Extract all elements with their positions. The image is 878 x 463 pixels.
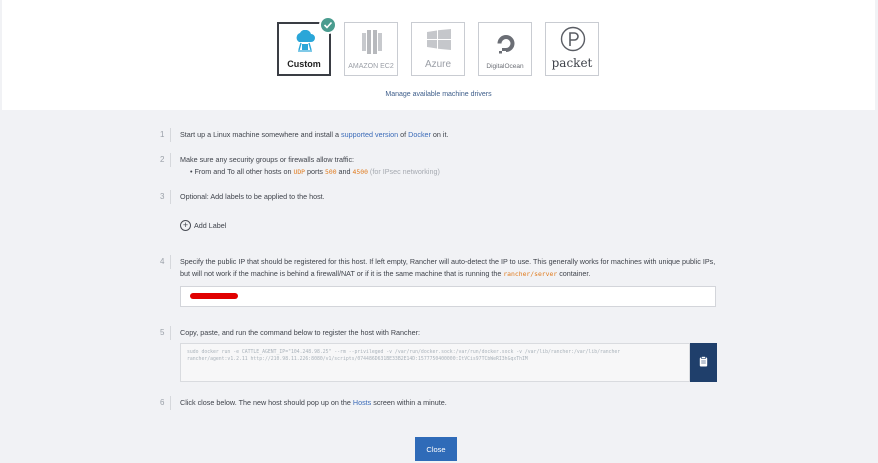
driver-azure-label: Azure — [424, 59, 452, 70]
step-text: Optional: Add labels to be applied to th… — [180, 192, 325, 201]
rancher-server-code: rancher/server — [503, 270, 558, 278]
cloud-drive-icon — [293, 29, 317, 61]
copy-button[interactable] — [690, 343, 717, 382]
step-text: Click close below. The new host should p… — [180, 398, 353, 407]
docker-link[interactable]: Docker — [408, 130, 431, 139]
step-number: 6 — [160, 396, 172, 410]
step-text: Make sure any security groups or firewal… — [180, 155, 355, 164]
manage-drivers-link[interactable]: Manage available machine drivers — [2, 91, 875, 98]
driver-digitalocean-label: DigitalOcean — [486, 63, 524, 70]
driver-amazon-ec2[interactable]: AMAZON EC2 — [344, 22, 398, 76]
step-text: Copy, paste, and run the command below t… — [180, 328, 420, 337]
step-text: Start up a Linux machine somewhere and i… — [180, 130, 342, 139]
packet-icon — [560, 26, 586, 57]
add-label-text: Add Label — [194, 221, 227, 230]
step-number: 2 — [160, 153, 172, 167]
step-number: 1 — [160, 128, 172, 142]
driver-packet-label: packet — [551, 56, 593, 70]
step-number: 3 — [160, 190, 172, 204]
clipboard-icon — [699, 354, 708, 372]
close-button[interactable]: Close — [415, 437, 457, 461]
step-text: on it. — [430, 130, 449, 139]
hosts-link[interactable]: Hosts — [353, 398, 371, 407]
plus-circle-icon: + — [180, 220, 191, 231]
step-number: 4 — [160, 255, 172, 269]
driver-azure[interactable]: Azure — [411, 22, 465, 76]
step-number: 5 — [160, 326, 172, 340]
supported-version-link[interactable]: supported version — [341, 130, 398, 139]
driver-amazon-ec2-label: AMAZON EC2 — [348, 63, 394, 70]
selected-check-icon — [319, 16, 337, 34]
public-ip-input[interactable] — [180, 286, 716, 307]
digitalocean-icon — [495, 33, 517, 60]
step-text: screen within a minute. — [371, 398, 447, 407]
step-text: of — [398, 130, 409, 139]
step-text: Specify the public IP that should be reg… — [180, 257, 716, 278]
add-label-button[interactable]: + Add Label — [180, 220, 226, 231]
register-command-box[interactable]: sudo docker run -e CATTLE_AGENT_IP="104.… — [180, 343, 690, 382]
redaction-mark — [190, 293, 238, 299]
amazon-ec2-icon — [360, 27, 384, 62]
driver-digitalocean[interactable]: DigitalOcean — [478, 22, 532, 76]
step-text: container. — [557, 269, 591, 278]
driver-custom[interactable]: Custom — [277, 16, 337, 76]
azure-icon — [426, 29, 452, 56]
driver-packet[interactable]: packet — [545, 22, 599, 76]
machine-driver-panel: Custom AMAZON EC2 Azure DigitalOcean pac… — [2, 0, 875, 110]
traffic-rule: • From and To all other hosts on UDP por… — [190, 167, 440, 176]
